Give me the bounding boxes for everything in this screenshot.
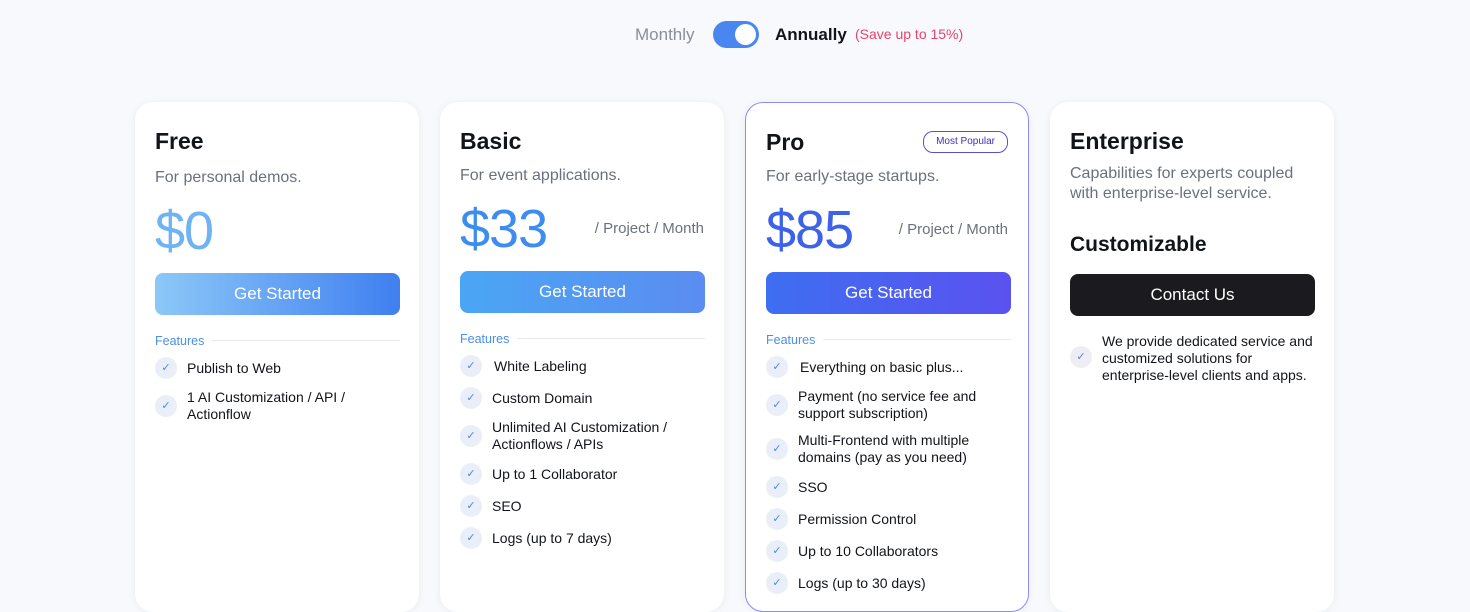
feature-text: Payment (no service fee and support subs… xyxy=(798,388,977,421)
plan-description: For event applications. xyxy=(460,167,621,184)
feature-text: Everything on basic plus... xyxy=(800,359,964,375)
check-icon: ✓ xyxy=(1070,346,1092,368)
check-icon: ✓ xyxy=(766,508,788,530)
features-divider: Features xyxy=(766,331,1011,347)
plan-card-free: Free For personal demos. $0 Get Started … xyxy=(135,102,419,612)
check-icon: ✓ xyxy=(460,355,482,377)
plan-card-enterprise: Enterprise Capabilities for experts coup… xyxy=(1050,102,1334,612)
feature-text: We provide dedicated service and customi… xyxy=(1102,333,1313,383)
check-icon: ✓ xyxy=(460,463,482,485)
plan-price: $0 xyxy=(155,201,214,261)
contact-us-button[interactable]: Contact Us xyxy=(1070,274,1315,316)
features-label: Features xyxy=(155,334,213,348)
plan-card-pro: Pro Most Popular For early-stage startup… xyxy=(745,102,1029,612)
feature-text: SSO xyxy=(798,479,828,495)
check-icon: ✓ xyxy=(766,572,788,594)
feature-text: Publish to Web xyxy=(187,360,281,376)
plan-card-basic: Basic For event applications. $33 / Proj… xyxy=(440,102,724,612)
toggle-knob xyxy=(735,24,756,45)
plan-name: Free xyxy=(155,128,204,154)
price-unit: / Project / Month xyxy=(594,220,704,237)
get-started-button[interactable]: Get Started xyxy=(766,272,1011,314)
feature-text: Unlimited AI Customization / Actionflows… xyxy=(492,419,668,452)
check-icon: ✓ xyxy=(155,357,177,379)
save-note: (Save up to 15%) xyxy=(855,26,964,42)
check-icon: ✓ xyxy=(766,476,788,498)
feature-text: SEO xyxy=(492,498,522,514)
most-popular-badge: Most Popular xyxy=(923,131,1008,153)
plan-description: Capabilities for experts coupled with en… xyxy=(1070,165,1294,202)
plan-description: For personal demos. xyxy=(155,169,302,186)
check-icon: ✓ xyxy=(766,394,788,416)
plan-price: $33 xyxy=(460,199,548,259)
features-divider: Features xyxy=(155,332,400,348)
plan-name: Enterprise xyxy=(1070,128,1184,154)
check-icon: ✓ xyxy=(155,395,177,417)
feature-text: Up to 10 Collaborators xyxy=(798,543,939,559)
check-icon: ✓ xyxy=(766,540,788,562)
feature-text: Logs (up to 30 days) xyxy=(798,575,926,591)
plan-name: Pro xyxy=(766,129,805,155)
check-icon: ✓ xyxy=(766,438,788,460)
annually-label[interactable]: Annually xyxy=(775,25,847,45)
check-icon: ✓ xyxy=(460,495,482,517)
feature-text: Multi-Frontend with multiple domains (pa… xyxy=(798,432,970,465)
features-label: Features xyxy=(460,332,518,346)
plan-name: Basic xyxy=(460,128,522,154)
feature-text: Logs (up to 7 days) xyxy=(492,530,612,546)
billing-toggle-switch[interactable] xyxy=(713,21,759,48)
check-icon: ✓ xyxy=(766,356,788,378)
check-icon: ✓ xyxy=(460,527,482,549)
check-icon: ✓ xyxy=(460,387,482,409)
plan-price: $85 xyxy=(766,200,854,260)
billing-toggle-bar: Monthly Annually (Save up to 15%) xyxy=(0,20,1470,50)
feature-text: White Labeling xyxy=(494,358,587,374)
features-label: Features xyxy=(766,333,824,347)
check-icon: ✓ xyxy=(460,425,482,447)
feature-text: 1 AI Customization / API / Actionflow xyxy=(187,389,345,422)
feature-text: Permission Control xyxy=(798,511,917,527)
plan-description: For early-stage startups. xyxy=(766,168,940,185)
feature-text: Up to 1 Collaborator xyxy=(492,466,618,482)
feature-text: Custom Domain xyxy=(492,390,593,406)
custom-price-label: Customizable xyxy=(1070,233,1207,256)
get-started-button[interactable]: Get Started xyxy=(155,273,400,315)
monthly-label[interactable]: Monthly xyxy=(635,25,695,45)
price-unit: / Project / Month xyxy=(898,221,1008,238)
get-started-button[interactable]: Get Started xyxy=(460,271,705,313)
features-divider: Features xyxy=(460,330,705,346)
